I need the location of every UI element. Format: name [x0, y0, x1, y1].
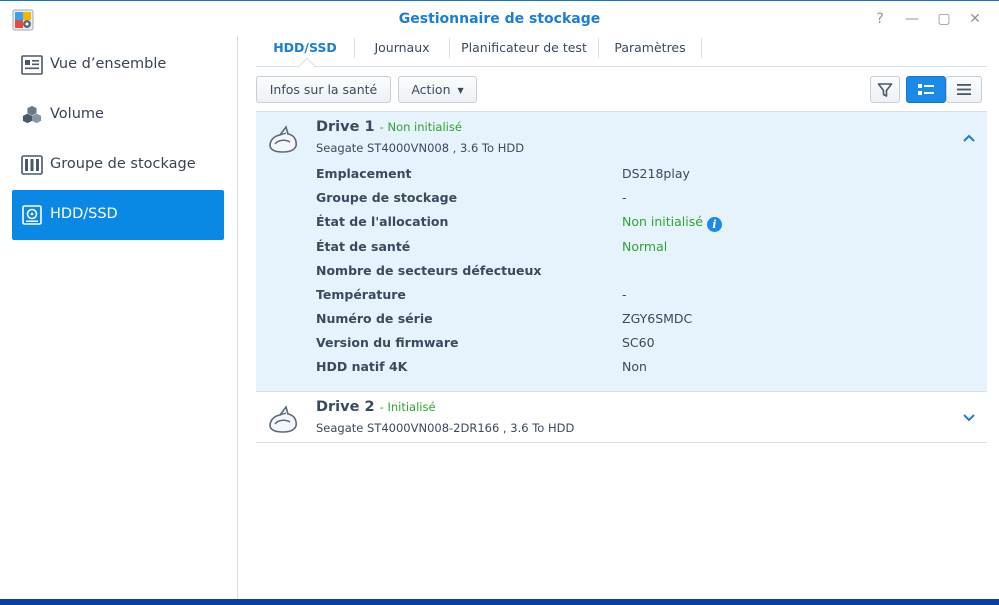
chevron-down-icon[interactable]: [960, 408, 978, 426]
storage-pool-icon: [21, 155, 43, 175]
sidebar-item-label: Vue d’ensemble: [50, 56, 167, 72]
property-value: -: [622, 190, 627, 205]
property-label: État de l'allocation: [316, 214, 449, 229]
property-label: HDD natif 4K: [316, 359, 408, 374]
list-view-button[interactable]: [946, 76, 982, 103]
info-icon[interactable]: i: [706, 217, 722, 232]
tab-parametres[interactable]: Paramètres: [599, 36, 701, 66]
drive-description: Seagate ST4000VN008-2DR166 , 3.6 To HDD: [316, 421, 575, 435]
property-label: Nombre de secteurs défectueux: [316, 263, 542, 278]
tab-separator: [701, 38, 702, 58]
drive-name: Drive 2 - Initialisé: [316, 399, 436, 415]
drive-name: Drive 1 - Non initialisé: [316, 119, 462, 135]
overview-icon: [21, 55, 43, 75]
drive-name-text: Drive 2: [316, 399, 375, 415]
property-label: Température: [316, 287, 406, 302]
property-label: Numéro de série: [316, 311, 433, 326]
drive-status: - Non initialisé: [379, 120, 462, 134]
property-value: SC60: [622, 335, 655, 350]
sidebar: Vue d’ensemble Volume Groupe de stockage…: [0, 36, 238, 599]
tab-journaux[interactable]: Journaux: [355, 36, 449, 66]
property-label: État de santé: [316, 239, 411, 254]
action-button[interactable]: Action ▼: [398, 76, 477, 103]
close-icon[interactable]: ✕: [966, 10, 984, 28]
property-value: -: [622, 287, 627, 302]
help-icon[interactable]: ?: [871, 10, 889, 28]
health-info-button[interactable]: Infos sur la santé: [256, 76, 391, 103]
sidebar-item-overview[interactable]: Vue d’ensemble: [12, 40, 224, 90]
drive-description: Seagate ST4000VN008 , 3.6 To HDD: [316, 141, 525, 155]
sidebar-item-storage-pool[interactable]: Groupe de stockage: [12, 140, 224, 190]
detail-view-button[interactable]: [906, 76, 946, 103]
action-button-label: Action: [411, 82, 451, 97]
tab-planificateur-de-test[interactable]: Planificateur de test: [450, 36, 598, 66]
list-view-icon: [957, 84, 971, 95]
drive-item-2[interactable]: Drive 2 - Initialisé Seagate ST4000VN008…: [256, 391, 987, 443]
sidebar-item-volume[interactable]: Volume: [12, 90, 224, 140]
property-value: Normal: [622, 239, 668, 254]
filter-button[interactable]: [870, 76, 900, 103]
caret-down-icon: ▼: [457, 86, 464, 95]
sidebar-item-label: Groupe de stockage: [50, 156, 196, 172]
tab-bar: HDD/SSD Journaux Planificateur de test P…: [256, 36, 987, 75]
property-value: ZGY6SMDC: [622, 311, 693, 326]
maximize-icon[interactable]: ▢: [935, 10, 953, 28]
minimize-icon[interactable]: —: [903, 10, 921, 28]
drive-icon: [269, 125, 297, 153]
volume-cubes-icon: [22, 105, 42, 124]
sidebar-item-label: Volume: [50, 106, 104, 122]
sidebar-item-label: HDD/SSD: [50, 206, 118, 222]
drive-item-1[interactable]: Drive 1 - Non initialisé Seagate ST4000V…: [256, 111, 987, 392]
title-bar: Gestionnaire de stockage ? — ▢ ✕: [0, 0, 999, 36]
drive-icon: [269, 405, 297, 433]
property-value: DS218play: [622, 166, 690, 181]
chevron-up-icon[interactable]: [960, 129, 978, 147]
allocation-status-value: Non initialisé i: [622, 214, 722, 232]
taskbar-strip: [0, 599, 999, 605]
drive-name-text: Drive 1: [316, 119, 375, 135]
drive-status: - Initialisé: [379, 400, 436, 414]
property-label: Groupe de stockage: [316, 190, 458, 205]
property-value: Non initialisé: [622, 214, 703, 229]
window-title: Gestionnaire de stockage: [398, 11, 601, 27]
sidebar-item-hdd-ssd[interactable]: HDD/SSD: [12, 190, 224, 240]
property-label: Version du firmware: [316, 335, 459, 350]
hdd-icon: [22, 205, 42, 225]
detail-view-icon: [918, 84, 934, 95]
filter-icon: [877, 83, 893, 97]
main-panel: HDD/SSD Journaux Planificateur de test P…: [240, 36, 999, 599]
property-label: Emplacement: [316, 166, 412, 181]
property-value: Non: [622, 359, 647, 374]
